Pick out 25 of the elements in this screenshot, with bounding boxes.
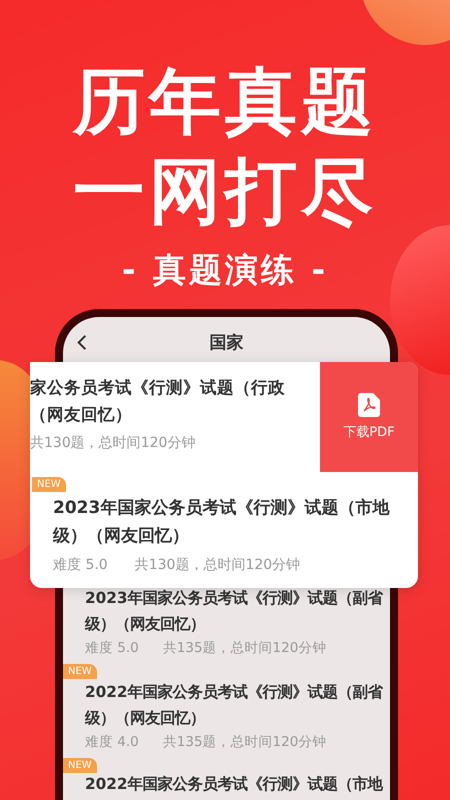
new-badge: NEW [32,477,66,492]
swiped-card[interactable]: 家公务员考试《行测》试题（行政 （网友回忆） 共130题，总时间120分钟 下载PDF [30,362,418,472]
exam-card[interactable]: NEW 2023年国家公务员考试《行测》试题（市地级）（网友回忆） 难度 5.0 共130题，总时间120分钟 [30,472,418,588]
exam-title: （网友回忆） [30,404,133,426]
new-badge: NEW [63,664,97,679]
headline: 一网打尽 [73,148,377,235]
exam-title[interactable]: 2022年国家公务员考试《行测》试题（副省级）（网友回忆） [85,679,397,731]
exam-title: 家公务员考试《行测》试题（行政 [30,377,286,399]
exam-meta: 共135题，总时间120分钟 [162,639,326,657]
subtitle: - 真题演练 - [122,249,328,291]
pdf-file-icon [358,393,380,417]
difficulty-text: 难度 5.0 [85,639,139,657]
headline: 历年真题 [73,58,377,145]
difficulty-text: 难度 4.0 [85,733,139,751]
exam-title[interactable]: 2022年国家公务员考试《行测》试题（市地 [85,775,397,793]
exam-meta: 共135题，总时间120分钟 [162,733,326,751]
new-badge: NEW [63,758,97,773]
download-pdf-button[interactable]: 下载PDF [320,362,418,472]
nav-title: 国家 [208,332,244,354]
back-icon[interactable] [77,334,87,350]
exam-meta: 共130题，总时间120分钟 [134,556,300,574]
exam-title: 2023年国家公务员考试《行测》试题（市地级）（网友回忆） [52,497,391,548]
exam-meta: 共130题，总时间120分钟 [30,434,196,452]
exam-title[interactable]: 2023年国家公务员考试《行测》试题（副省级）（网友回忆） [85,585,397,637]
difficulty-text: 难度 5.0 [53,556,108,574]
